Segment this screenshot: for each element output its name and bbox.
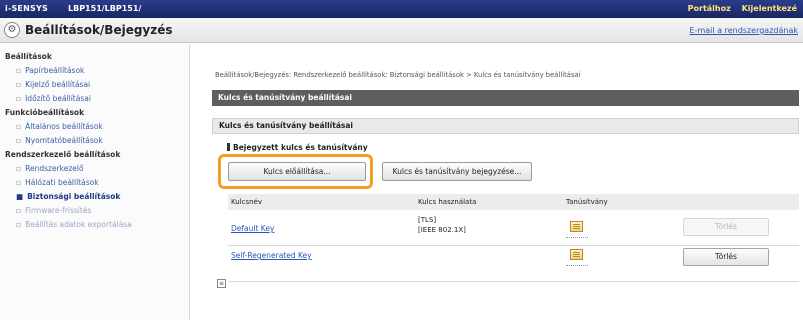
settings-icon: ⚙ [4, 22, 20, 38]
portal-link[interactable]: Portálhoz [688, 4, 731, 13]
certificate-icon[interactable] [570, 249, 583, 260]
device-model: LBP151/LBP151/ [68, 4, 142, 13]
column-certificate: Tanúsítvány [566, 198, 608, 206]
column-key-name: Kulcsnév [231, 198, 263, 206]
key-name-link[interactable]: Default Key [231, 224, 274, 233]
certificate-icon[interactable] [570, 221, 583, 232]
top-bar: i-SENSYS LBP151/LBP151/ Portálhoz Kijele… [0, 0, 803, 18]
callout-highlight [218, 154, 373, 189]
bullet-icon: ▫ [16, 66, 22, 75]
sidebar-item-security[interactable]: ■ Biztonsági beállítások [0, 190, 189, 204]
key-name-link[interactable]: Self-Regenerated Key [231, 251, 312, 260]
usage-line: [TLS] [418, 216, 437, 224]
sidebar-item-label: Biztonsági beállítások [27, 192, 121, 201]
sidebar-item-label: Kijelző beállításai [25, 80, 91, 89]
sidebar-item-label: Rendszerkezelő [25, 164, 84, 173]
key-usage: [TLS] [IEEE 802.1X] [418, 215, 466, 235]
logout-link[interactable]: Kijelentkezé [742, 4, 797, 13]
usage-line: [IEEE 802.1X] [418, 226, 466, 234]
sidebar-item-label: Hálózati beállítások [25, 178, 99, 187]
sidebar-item-network[interactable]: ▫ Hálózati beállítások [0, 176, 189, 190]
sidebar-item-export[interactable]: ▫ Beállítás adatok exportálása [0, 218, 189, 232]
bullet-icon: ▫ [16, 206, 22, 215]
breadcrumb: Beállítások/Bejegyzés: Rendszerkezelő be… [215, 71, 581, 79]
sidebar-group-function: Funkcióbeállítások [5, 108, 85, 117]
sidebar-item-general[interactable]: ▫ Általános beállítások [0, 120, 189, 134]
sidebar-item-timer[interactable]: ▫ Időzítő beállításai [0, 92, 189, 106]
top-links: Portálhoz Kijelentkezé [680, 4, 797, 13]
sidebar: Beállítások ▫ Papírbeállítások ▫ Kijelző b… [0, 44, 190, 320]
sidebar-group-admin: Rendszerkezelő beállítások [5, 150, 121, 159]
active-bullet-icon: ■ [16, 192, 24, 201]
brand-logo: i-SENSYS [5, 4, 48, 13]
sidebar-group-settings: Beállítások [5, 52, 52, 61]
sidebar-item-display[interactable]: ▫ Kijelző beállításai [0, 78, 189, 92]
table-header: Kulcsnév Kulcs használata Tanúsítvány [228, 194, 799, 210]
collapse-icon[interactable]: ≡ [217, 279, 226, 288]
sidebar-item-label: Nyomtatóbeállítások [25, 136, 103, 145]
mail-admin-link[interactable]: E-mail a rendszergazdának [690, 26, 798, 35]
column-key-usage: Kulcs használata [418, 198, 477, 206]
delete-button[interactable]: Törlés [683, 248, 769, 266]
main-content: Beállítások/Bejegyzés: Rendszerkezelő be… [204, 44, 799, 320]
certificate-underline [566, 237, 588, 238]
sidebar-item-paper[interactable]: ▫ Papírbeállítások [0, 64, 189, 78]
title-bar: ⚙ Beállítások/Bejegyzés E-mail a rendsze… [0, 18, 803, 43]
bullet-icon: ▫ [16, 136, 22, 145]
register-key-cert-button[interactable]: Kulcs és tanúsítvány bejegyzése... [382, 162, 532, 181]
registered-keys-title: Bejegyzett kulcs és tanúsítvány [227, 143, 368, 152]
sidebar-item-admin[interactable]: ▫ Rendszerkezelő [0, 162, 189, 176]
table-row: Default Key [TLS] [IEEE 802.1X] Törlés [228, 210, 799, 246]
sidebar-item-firmware[interactable]: ▫ Firmware-frissítés [0, 204, 189, 218]
bullet-icon: ▫ [16, 220, 22, 229]
sidebar-item-printer[interactable]: ▫ Nyomtatóbeállítások [0, 134, 189, 148]
sidebar-item-label: Firmware-frissítés [25, 206, 92, 215]
section-header: Kulcs és tanúsítvány beállításai [212, 90, 799, 106]
sidebar-item-label: Általános beállítások [25, 122, 103, 131]
subsection-header: Kulcs és tanúsítvány beállításai [212, 118, 799, 134]
bullet-icon: ▫ [16, 164, 22, 173]
bullet-icon: ▫ [16, 178, 22, 187]
sidebar-item-label: Időzítő beállításai [25, 94, 91, 103]
sidebar-item-label: Beállítás adatok exportálása [25, 220, 132, 229]
bullet-icon: ▫ [16, 94, 22, 103]
page-title: Beállítások/Bejegyzés [25, 23, 173, 37]
certificate-underline [566, 265, 588, 266]
bullet-icon: ▫ [16, 80, 22, 89]
bullet-icon: ▫ [16, 122, 22, 131]
table-row: Self-Regenerated Key Törlés [228, 246, 799, 282]
delete-button-disabled: Törlés [683, 218, 769, 236]
sidebar-item-label: Papírbeállítások [25, 66, 85, 75]
